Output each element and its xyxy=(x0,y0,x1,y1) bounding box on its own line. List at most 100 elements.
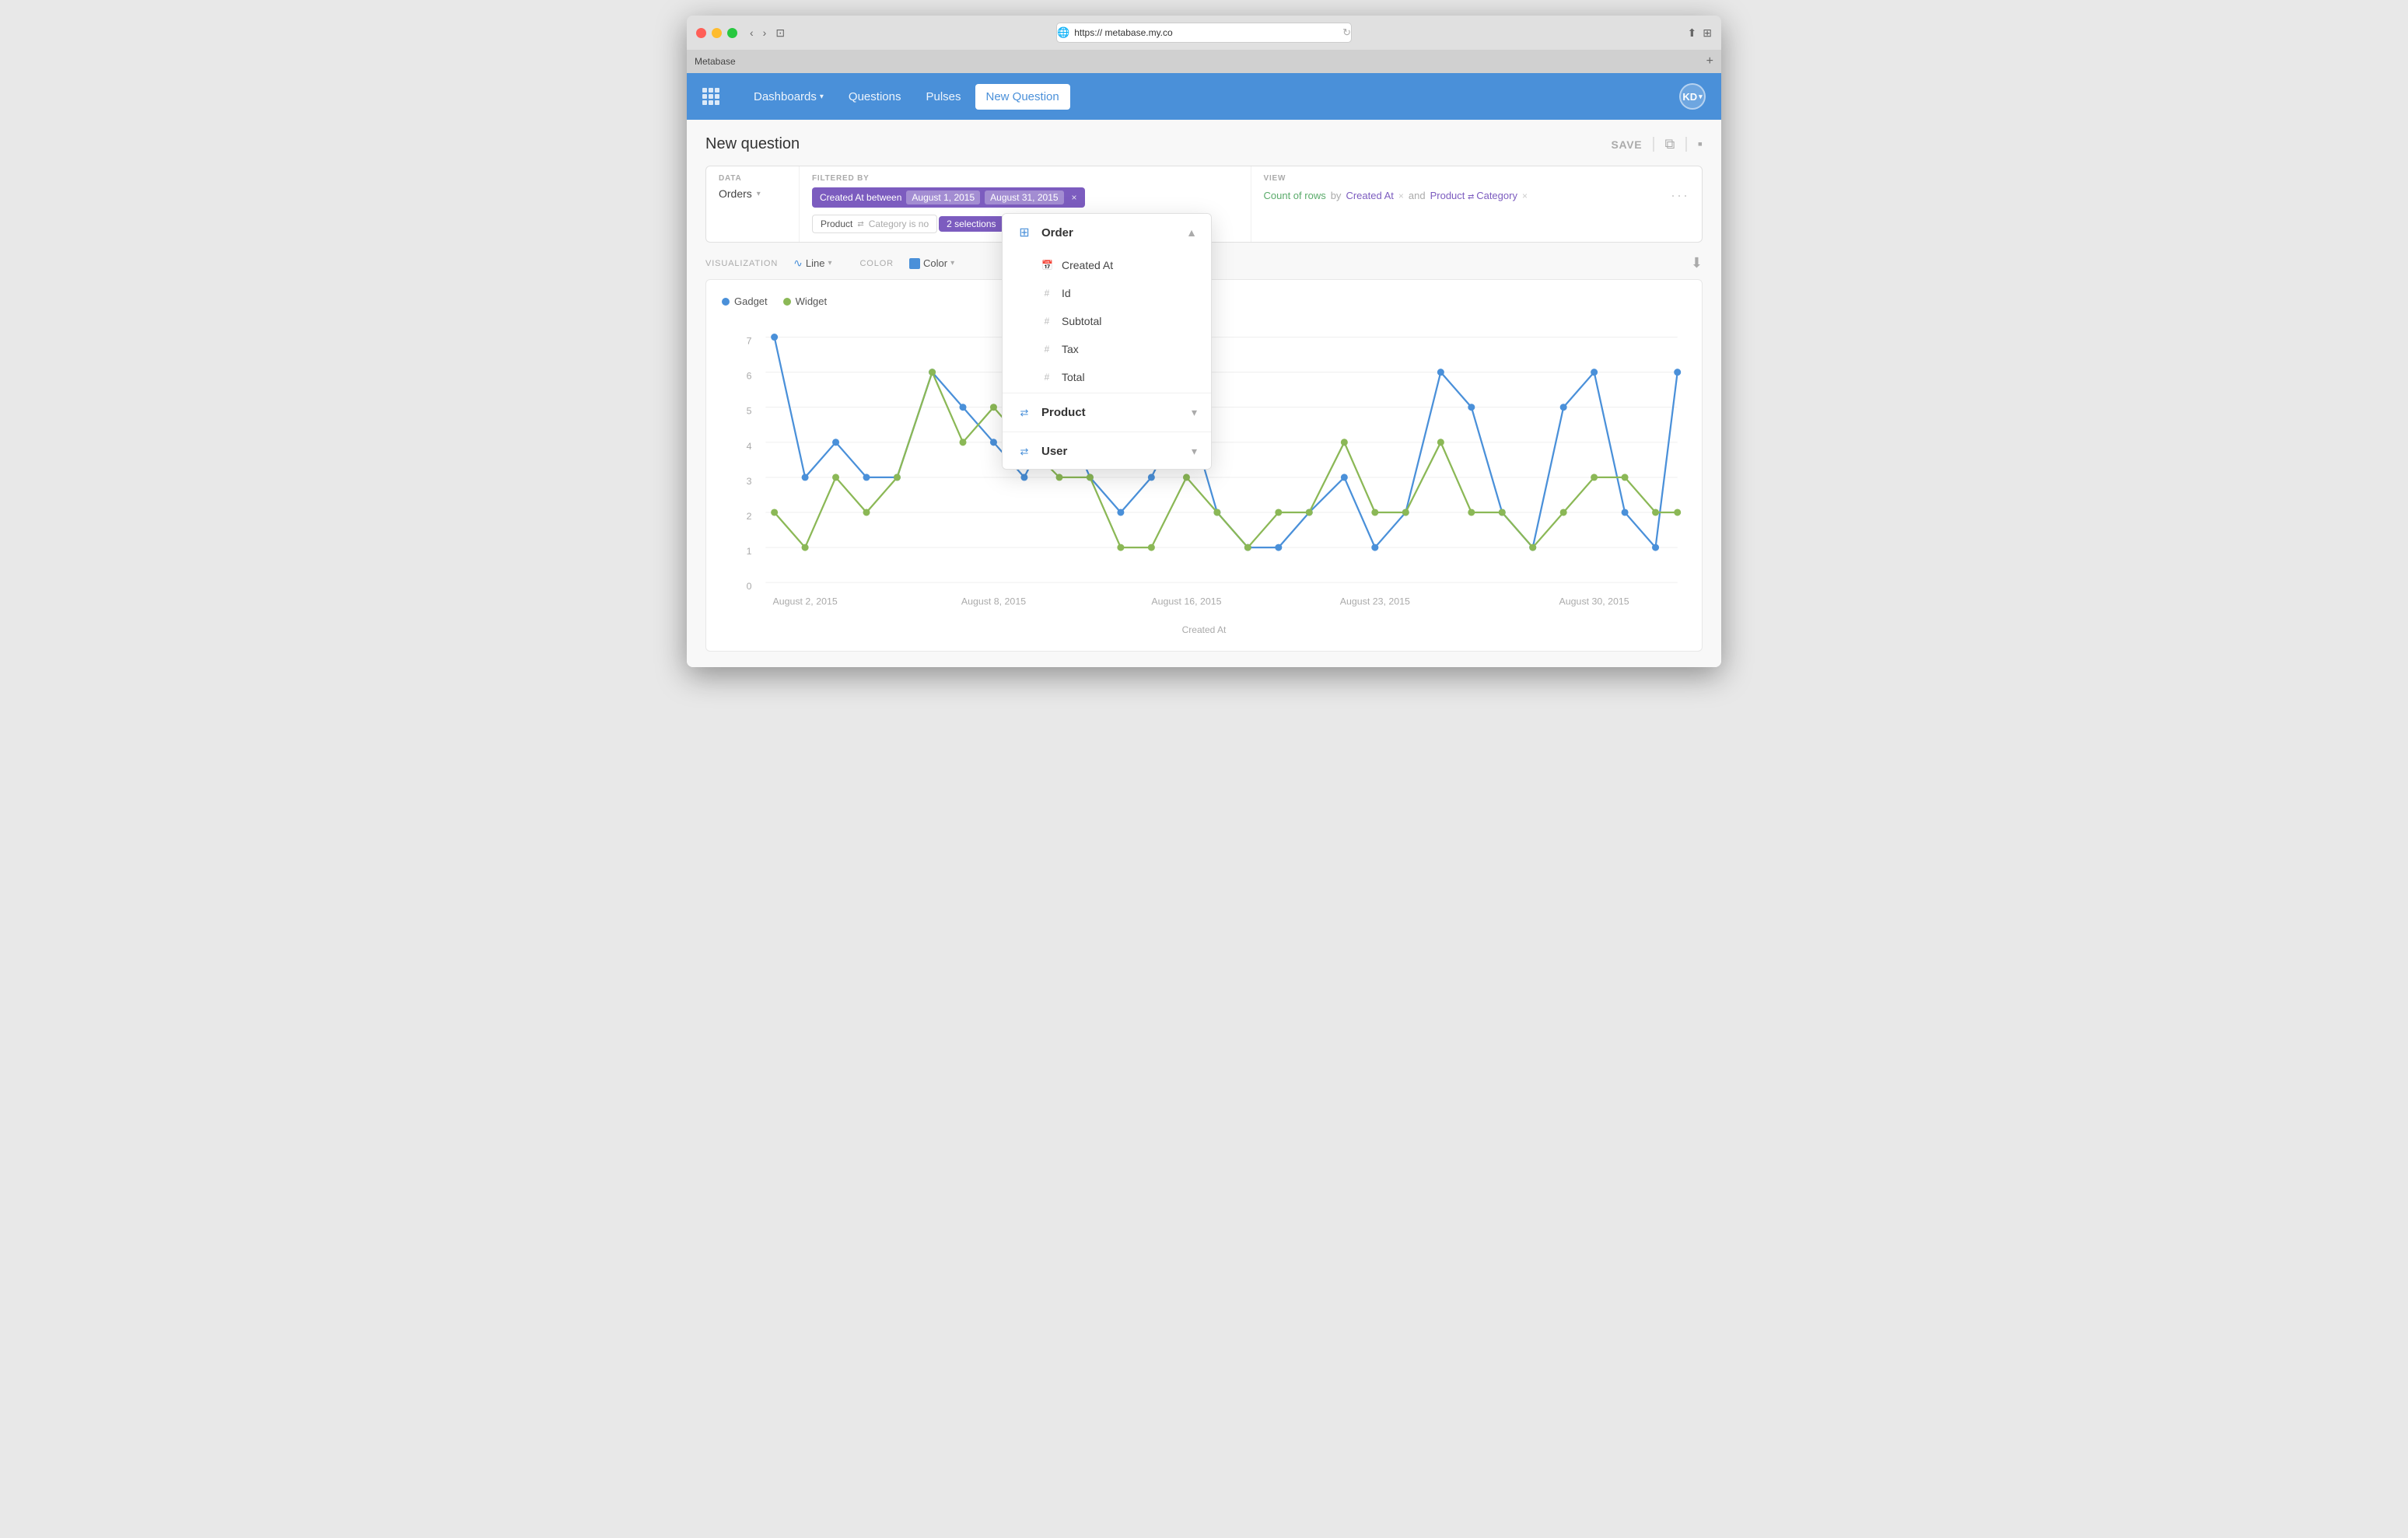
nav-dashboards[interactable]: Dashboards ▾ xyxy=(743,84,835,110)
chevron-down-icon: ▾ xyxy=(820,93,824,101)
product-condition: Category is no xyxy=(869,218,929,229)
date-from-tag: August 1, 2015 xyxy=(906,191,980,204)
svg-text:August 16, 2015: August 16, 2015 xyxy=(1151,596,1221,606)
hash-icon: # xyxy=(1041,288,1052,299)
viz-label: VISUALIZATION xyxy=(705,259,778,268)
titlebar-actions: ⬆ ⊞ xyxy=(1688,26,1712,40)
view-dim1[interactable]: Created At xyxy=(1346,190,1393,201)
logo-dot xyxy=(702,94,707,99)
hash-icon: # xyxy=(1041,316,1052,327)
remove-date-filter[interactable]: × xyxy=(1072,192,1077,203)
app-logo xyxy=(702,88,719,105)
field-created-at[interactable]: 📅 Created At xyxy=(1003,251,1211,279)
user-avatar[interactable]: KD ▾ xyxy=(1679,83,1706,110)
logo-dot xyxy=(715,88,719,93)
selections-chip[interactable]: 2 selections xyxy=(939,216,1003,232)
page-title: New question xyxy=(705,135,800,153)
nav-new-question[interactable]: New Question xyxy=(975,84,1070,110)
grid-icon[interactable]: ▪ xyxy=(1698,136,1703,152)
svg-text:5: 5 xyxy=(747,406,752,417)
avatar-chevron: ▾ xyxy=(1699,93,1703,101)
app: Dashboards ▾ Questions Pulses New Questi… xyxy=(687,73,1721,667)
page-content: New question SAVE | ⧉ | ▪ DATA Orders xyxy=(687,120,1721,667)
svg-text:7: 7 xyxy=(747,336,752,347)
field-picker-dropdown: ⊞ Order ▲ 📅 Created At # Id xyxy=(1002,213,1212,470)
reader-icon: ⊡ xyxy=(775,26,785,40)
logo-dot xyxy=(715,100,719,105)
dropdown-product-label: Product xyxy=(1041,406,1086,419)
x-axis-label: Created At xyxy=(722,624,1686,635)
query-bar: DATA Orders ▾ FILTERED BY Created At bet… xyxy=(705,166,1703,243)
field-id[interactable]: # Id xyxy=(1003,279,1211,307)
separator: | xyxy=(1651,135,1655,153)
address-bar[interactable]: 🌐 https:// metabase.my.co ↻ xyxy=(1056,23,1352,43)
color-swatch xyxy=(909,258,920,269)
url-text: https:// metabase.my.co xyxy=(1074,27,1173,38)
view-and-text: and xyxy=(1409,190,1426,201)
nav-questions[interactable]: Questions xyxy=(838,84,912,110)
tab-bar: Metabase + xyxy=(687,50,1721,73)
view-metric[interactable]: Count of rows xyxy=(1264,190,1326,201)
logo-dot xyxy=(702,100,707,105)
field-subtotal[interactable]: # Subtotal xyxy=(1003,307,1211,335)
dropdown-order-header[interactable]: ⊞ Order ▲ xyxy=(1003,214,1211,251)
legend-dot-widget xyxy=(783,298,791,306)
date-filter-chip[interactable]: Created At between August 1, 2015 August… xyxy=(812,187,1085,208)
date-filter-label: Created At between xyxy=(820,192,901,203)
dropdown-order-items: 📅 Created At # Id # Subtotal # xyxy=(1003,251,1211,391)
logo-dot xyxy=(709,94,713,99)
dropdown-section-left: ⊞ Order xyxy=(1017,225,1073,240)
chevron-down-icon: ▾ xyxy=(828,259,831,267)
chevron-up-icon: ▲ xyxy=(1186,226,1197,239)
viz-type-selector[interactable]: ∿ Line ▾ xyxy=(793,257,831,270)
minimize-button[interactable] xyxy=(712,28,722,38)
new-tab-button[interactable]: + xyxy=(1706,54,1713,68)
field-total[interactable]: # Total xyxy=(1003,363,1211,391)
data-selector[interactable]: Orders ▾ xyxy=(719,187,786,200)
dropdown-order-label: Order xyxy=(1041,226,1073,239)
svg-text:0: 0 xyxy=(747,581,752,592)
close-button[interactable] xyxy=(696,28,706,38)
more-options[interactable]: ··· xyxy=(1671,187,1689,204)
data-section: DATA Orders ▾ xyxy=(706,166,800,242)
dropdown-user-label: User xyxy=(1041,445,1067,458)
hash-icon: # xyxy=(1041,344,1052,355)
svg-text:8: 8 xyxy=(740,320,745,322)
nav-pulses[interactable]: Pulses xyxy=(915,84,971,110)
back-button[interactable]: ‹ xyxy=(747,25,757,40)
dim2-sort-icon: ⇄ xyxy=(1468,193,1476,201)
dropdown-user-header[interactable]: ⇄ User ▾ xyxy=(1003,434,1211,469)
view-dim2[interactable]: Product ⇄ Category xyxy=(1430,190,1517,201)
dropdown-section-left-product: ⇄ Product xyxy=(1017,406,1086,419)
svg-text:6: 6 xyxy=(747,371,752,382)
legend-label-gadget: Gadget xyxy=(734,295,768,307)
download-button[interactable]: ⬇ xyxy=(1691,255,1703,271)
remove-dim2[interactable]: × xyxy=(1522,191,1528,201)
fullscreen-button[interactable] xyxy=(727,28,737,38)
svg-text:3: 3 xyxy=(747,476,752,487)
remove-dim1[interactable]: × xyxy=(1398,191,1404,201)
logo-dot xyxy=(709,88,713,93)
titlebar: ‹ › ⊡ 🌐 https:// metabase.my.co ↻ ⬆ ⊞ xyxy=(687,16,1721,50)
forward-button[interactable]: › xyxy=(760,25,770,40)
clone-icon[interactable]: ⧉ xyxy=(1665,136,1675,152)
legend-dot-gadget xyxy=(722,298,730,306)
new-tab-icon[interactable]: ⊞ xyxy=(1703,26,1712,40)
hash-icon: # xyxy=(1041,372,1052,383)
share-icon[interactable]: ⬆ xyxy=(1688,26,1697,40)
dropdown-product-header[interactable]: ⇄ Product ▾ xyxy=(1003,395,1211,430)
svg-text:1: 1 xyxy=(747,546,752,557)
share-icon: ⇄ xyxy=(1017,407,1032,419)
refresh-icon[interactable]: ↻ xyxy=(1342,26,1351,39)
product-label: Product xyxy=(821,218,852,229)
save-button[interactable]: SAVE xyxy=(1611,138,1642,151)
page-header: New question SAVE | ⧉ | ▪ xyxy=(705,135,1703,153)
color-label: COLOR xyxy=(859,259,894,268)
field-tax[interactable]: # Tax xyxy=(1003,335,1211,363)
chevron-down-icon: ▾ xyxy=(1192,406,1197,419)
color-selector[interactable]: Color ▾ xyxy=(909,257,954,269)
product-filter-chip[interactable]: Product ⇄ Category is no xyxy=(812,215,937,233)
legend-widget: Widget xyxy=(783,295,827,307)
chevron-down-icon: ▾ xyxy=(757,190,761,198)
app-navbar: Dashboards ▾ Questions Pulses New Questi… xyxy=(687,73,1721,120)
